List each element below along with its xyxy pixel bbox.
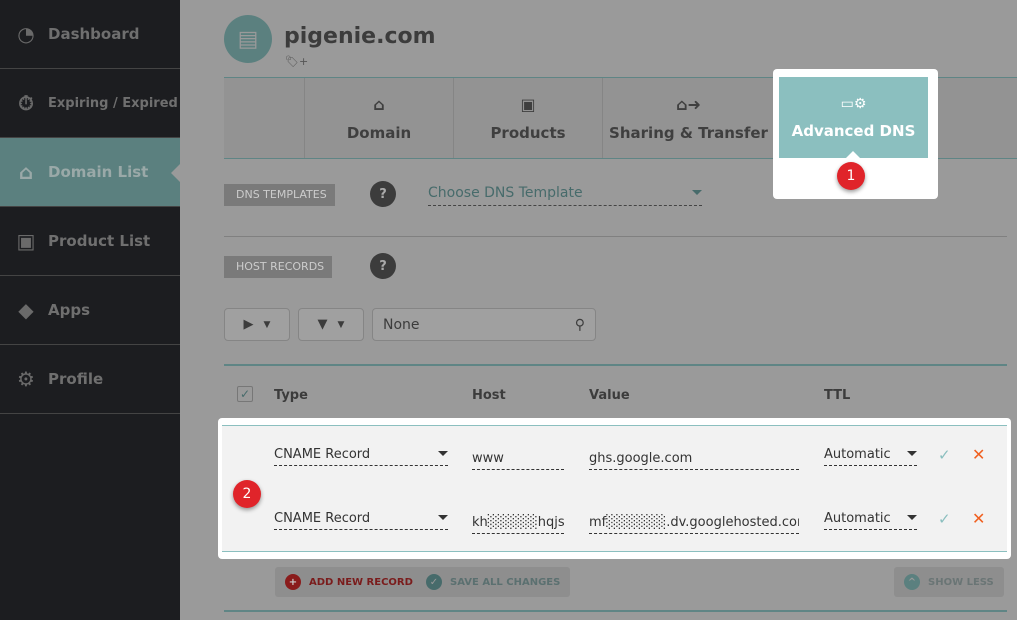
gear-icon: ⚙ (17, 367, 35, 391)
add-new-record-button[interactable]: + ADD NEW RECORD (275, 567, 423, 597)
chevron-down-icon (438, 515, 448, 525)
filter-dropdown-button[interactable]: ▼ ▼ (298, 308, 364, 341)
sidebar-item-profile[interactable]: ⚙ Profile (0, 345, 180, 414)
type-select[interactable]: CNAME Record (274, 446, 448, 466)
ttl-select[interactable]: Automatic (824, 510, 917, 530)
chevron-down-icon (907, 515, 917, 525)
column-header-type: Type (274, 388, 308, 403)
actions-dropdown-button[interactable]: ▶ ▼ (224, 308, 290, 341)
save-all-changes-button[interactable]: ✓ SAVE ALL CHANGES (416, 567, 571, 597)
sidebar-item-product-list[interactable]: ▣ Product List (0, 207, 180, 276)
divider (224, 236, 1007, 237)
search-input[interactable]: None ⚲ (372, 308, 596, 341)
save-row-check-icon[interactable]: ✓ (938, 510, 951, 528)
tab-advanced-dns[interactable]: ▭⚙ Advanced DNS (779, 77, 928, 158)
host-input[interactable]: www (472, 450, 564, 470)
ttl-select[interactable]: Automatic (824, 446, 917, 466)
sidebar-item-apps[interactable]: ◆ Apps (0, 276, 180, 345)
chevron-down-icon: ▼ (337, 319, 345, 330)
help-icon[interactable]: ? (370, 253, 396, 279)
home-icon: ⌂ (373, 94, 385, 114)
tab-sharing-transfer[interactable]: ⌂➜ Sharing & Transfer (602, 78, 774, 158)
apps-icon: ◆ (18, 298, 34, 322)
host-records-label: HOST RECORDS (224, 256, 333, 278)
box-icon: ▣ (520, 94, 536, 114)
divider (224, 610, 1007, 612)
chevron-up-icon: ^ (904, 574, 920, 590)
value-input[interactable]: mf░░░░░░.dv.googlehosted.com (589, 514, 799, 534)
host-records-table: CNAME Record www ghs.google.com Automati… (222, 425, 1007, 552)
divider (224, 364, 1007, 366)
domain-store-icon: ▤ (224, 15, 272, 63)
dashboard-gauge-icon: ◔ (17, 22, 35, 46)
help-icon[interactable]: ? (370, 181, 396, 207)
plus-circle-icon: + (285, 574, 301, 590)
sidebar-item-domain-list[interactable]: ⌂ Domain List (0, 138, 180, 207)
show-less-button[interactable]: ^ SHOW LESS (894, 567, 1004, 597)
stopwatch-icon: ⏱ (18, 91, 34, 115)
host-input[interactable]: kh░░░░░hqjs (472, 514, 564, 534)
search-icon: ⚲ (574, 316, 585, 333)
dns-server-icon: ▭⚙ (840, 95, 867, 112)
tab-domain[interactable]: ⌂ Domain (304, 78, 453, 158)
box-icon: ▣ (16, 229, 36, 253)
save-row-check-icon[interactable]: ✓ (938, 446, 951, 464)
type-select[interactable]: CNAME Record (274, 510, 448, 530)
play-circle-icon: ▶ (243, 317, 254, 332)
filter-icon: ▼ (317, 317, 328, 332)
sidebar-item-expiring[interactable]: ⏱ Expiring / Expired (0, 69, 180, 138)
home-icon: ⌂ (18, 160, 34, 184)
sidebar-item-dashboard[interactable]: ◔ Dashboard (0, 0, 180, 69)
column-header-host: Host (472, 388, 506, 403)
sidebar: ◔ Dashboard ⏱ Expiring / Expired ⌂ Domain L… (0, 0, 180, 620)
check-circle-icon: ✓ (426, 574, 442, 590)
column-header-value: Value (589, 388, 630, 403)
delete-row-icon[interactable]: ✕ (972, 445, 985, 464)
chevron-down-icon (907, 451, 917, 461)
chevron-down-icon (692, 190, 702, 200)
delete-row-icon[interactable]: ✕ (972, 509, 985, 528)
step-badge-2: 2 (233, 480, 261, 508)
tab-products[interactable]: ▣ Products (453, 78, 602, 158)
column-header-ttl: TTL (824, 388, 851, 403)
dns-templates-label: DNS TEMPLATES (224, 184, 335, 206)
chevron-down-icon: ▼ (263, 319, 271, 330)
value-input[interactable]: ghs.google.com (589, 450, 799, 470)
transfer-icon: ⌂➜ (676, 94, 701, 114)
select-all-checkbox[interactable]: ✓ (237, 386, 253, 402)
add-tag-icon[interactable]: 🏷+ (285, 55, 308, 68)
step-badge-1: 1 (837, 162, 865, 190)
chevron-down-icon (438, 451, 448, 461)
dns-template-select[interactable]: Choose DNS Template (428, 185, 702, 206)
page-title: pigenie.com (284, 24, 436, 49)
